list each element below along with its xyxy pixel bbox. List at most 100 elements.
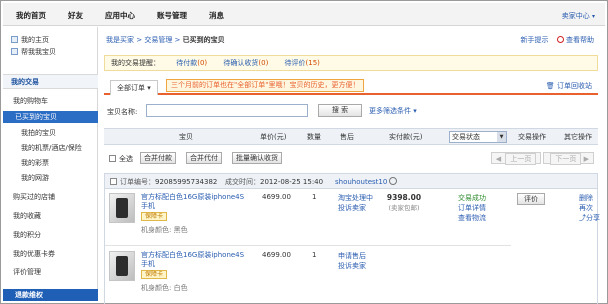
merge-pay-button[interactable]: 合并付款 [140, 152, 176, 164]
sidebar-item-help-buy[interactable]: 帮我我宝贝 [3, 47, 98, 57]
search-input[interactable] [146, 104, 308, 117]
sidebar-item-shops[interactable]: 购买过的店铺 [3, 192, 98, 202]
product-thumbnail[interactable] [109, 193, 135, 223]
search-label: 宝贝名称: [107, 108, 138, 116]
review-button[interactable]: 评价 [517, 193, 545, 205]
order-body: 官方标配白色16G原装iphone4S手机 保障卡 机身颜色: 黑色 4699.… [104, 189, 600, 304]
header-ops: 交易操作 [518, 133, 546, 141]
tab-all-orders[interactable]: 全部订单 ▾ [110, 80, 158, 95]
nav-messages[interactable]: 消息 [209, 10, 224, 21]
reminder-count: (0) [197, 59, 208, 67]
reminder-count: (15) [305, 59, 320, 67]
order-number-value: 92085995734382 [155, 178, 218, 186]
newbie-tips-link[interactable]: 新手提示 [521, 36, 549, 44]
home-icon [11, 36, 18, 43]
product-title[interactable]: 官方标配白色16G原装iphone4S手机 [141, 251, 247, 269]
order-time-label: 成交时间： [225, 178, 260, 186]
header-paid: 实付款(元) [389, 133, 423, 141]
next-page-button[interactable]: 下一页 ▶ [543, 152, 594, 165]
nav-home[interactable]: 我的首页 [16, 10, 46, 21]
seller-center-link[interactable]: 卖家中心 ▾ [562, 11, 595, 21]
share-link[interactable]: ⤴分享 [579, 213, 600, 223]
divider [105, 245, 511, 246]
user-icon [11, 48, 18, 55]
select-all-checkbox[interactable] [109, 155, 116, 162]
delete-link[interactable]: 删除 [579, 193, 600, 203]
seller-center-label: 卖家中心 [561, 12, 590, 20]
share-icon: ⤴ [579, 214, 586, 222]
product-thumbnail[interactable] [109, 251, 135, 281]
sidebar-item-favorites[interactable]: 我的收藏 [3, 211, 98, 221]
reminder-unpaid[interactable]: 待付款(0) [176, 59, 207, 67]
history-notice: 三个月前的订单也在"全部订单"里哦！宝贝的历史，更方便！ [166, 79, 365, 92]
order-time-value: 2012-08-25 15:40 [260, 178, 324, 186]
product-title[interactable]: 官方标配白色16G原装iphone4S手机 [141, 193, 247, 211]
reminder-label: 我的交易提醒： [111, 59, 160, 67]
batch-confirm-button[interactable]: 批量确认收货 [232, 152, 282, 164]
breadcrumb-buyer[interactable]: 我是买家 [106, 36, 134, 44]
reminder-to-review[interactable]: 待评价(15) [285, 59, 320, 67]
complain-seller-link[interactable]: 投诉卖家 [338, 261, 366, 271]
order-recycle-bin-link[interactable]: 🗑 订单回收站 [546, 81, 592, 91]
sidebar-item-label: 我的主页 [21, 36, 49, 44]
sidebar-item-coupons[interactable]: 我的优惠卡券 [3, 249, 98, 259]
sidebar: 我的主页 帮我我宝贝 我的交易 我的购物车 已买到的宝贝 我拍的宝贝 我的机票/… [3, 27, 98, 301]
sidebar-item-lottery[interactable]: 我的彩票 [3, 158, 98, 168]
reminder-count: (0) [258, 59, 269, 67]
status-text: 交易成功 [458, 194, 486, 202]
breadcrumb-separator: > [134, 36, 145, 44]
sidebar-section-trade[interactable]: 我的交易 [3, 74, 98, 89]
seller-link[interactable]: shouhoutest10 [335, 177, 398, 186]
sidebar-item-travel[interactable]: 我的机票/酒店/保险 [3, 143, 98, 153]
order-time: 成交时间：2012-08-25 15:40 [225, 177, 323, 187]
sidebar-item-auction[interactable]: 我拍的宝贝 [3, 128, 98, 138]
top-nav: 我的首页 好友 应用中心 账号管理 消息 [16, 10, 246, 21]
logistics-link[interactable]: 查看物流 [458, 213, 486, 223]
reminder-text: 待确认收货 [223, 59, 259, 67]
after-sale-status[interactable]: 淘宝处理中 [338, 193, 373, 203]
sidebar-item-home[interactable]: 我的主页 [3, 35, 98, 45]
sidebar-section-refund[interactable]: 退款维权 [3, 289, 98, 301]
prev-page-button[interactable]: ◀ 上一页 [490, 152, 542, 165]
sidebar-item-bought[interactable]: 已买到的宝贝 [3, 111, 98, 123]
header-other: 其它操作 [564, 133, 592, 141]
merge-proxy-button[interactable]: 合并代付 [186, 152, 222, 164]
order-item: 官方标配白色16G原装iphone4S手机 保障卡 机身颜色: 白色 4699.… [105, 247, 511, 302]
nav-apps[interactable]: 应用中心 [105, 10, 135, 21]
search-button[interactable]: 搜 索 [318, 104, 362, 117]
select-all-label: 全选 [119, 155, 133, 163]
guarantee-badge: 保障卡 [141, 270, 168, 279]
guarantee-badge: 保障卡 [141, 212, 168, 221]
after-sale-links: 申请售后 投诉卖家 [338, 251, 366, 271]
breadcrumb-separator: > [172, 36, 183, 44]
chat-icon[interactable] [389, 177, 398, 185]
more-filters-link[interactable]: 更多筛选条件 ▾ [369, 106, 417, 116]
chevron-down-icon: ▾ [591, 13, 595, 20]
buy-again-link[interactable]: 再次 [579, 203, 600, 213]
order-item: 官方标配白色16G原装iphone4S手机 保障卡 机身颜色: 黑色 4699.… [105, 189, 511, 246]
reminder-to-confirm[interactable]: 待确认收货(0) [223, 59, 268, 67]
trade-status-select[interactable]: 交易状态 ▼ [449, 131, 507, 143]
breadcrumb-current: 已买到的宝贝 [182, 36, 225, 44]
header-after-sale: 售后 [340, 133, 354, 141]
breadcrumb-trade[interactable]: 交易管理 [144, 36, 172, 44]
select-value: 交易状态 [452, 133, 480, 141]
apply-after-sale-link[interactable]: 申请售后 [338, 251, 366, 261]
product-spec: 机身颜色: 黑色 [141, 226, 188, 234]
complain-seller-link[interactable]: 投诉卖家 [338, 203, 373, 213]
unit-price: 4699.00 [262, 193, 291, 201]
help-link[interactable]: 查看帮助 [566, 36, 594, 44]
sidebar-item-points[interactable]: 我的积分 [3, 230, 98, 240]
nav-friends[interactable]: 好友 [68, 10, 83, 21]
help-links: 新手提示 查看帮助 [521, 35, 594, 45]
sidebar-item-reviews[interactable]: 评价管理 [3, 267, 98, 277]
nav-account[interactable]: 账号管理 [157, 10, 187, 21]
pager: ◀ 上一页 下一页 ▶ [489, 152, 594, 165]
top-navigation-bar: 我的首页 好友 应用中心 账号管理 消息 卖家中心 ▾ [3, 3, 605, 26]
sidebar-item-cart[interactable]: 我的购物车 [3, 96, 98, 106]
order-detail-link[interactable]: 订单详情 [458, 203, 486, 213]
chevron-down-icon: ▾ [413, 107, 417, 115]
order-checkbox[interactable] [110, 178, 117, 185]
product-spec: 机身颜色: 白色 [141, 284, 188, 292]
sidebar-item-games[interactable]: 我的网游 [3, 173, 98, 183]
